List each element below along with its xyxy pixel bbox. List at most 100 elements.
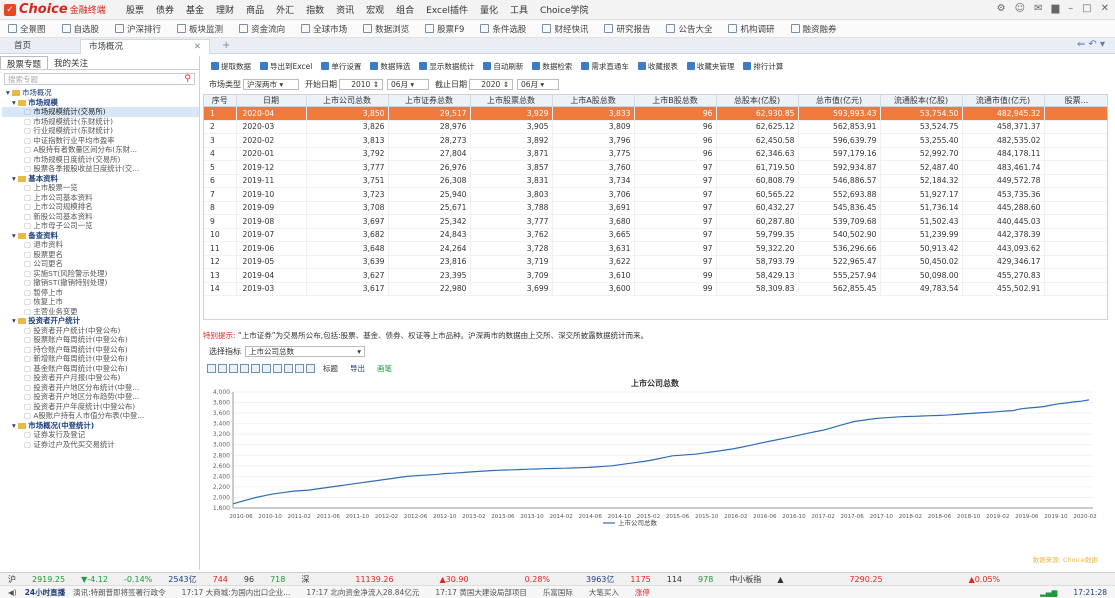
action-button-8[interactable]: 收藏报表: [637, 61, 687, 72]
title-button[interactable]: 标题: [323, 363, 338, 374]
tab-my-watch[interactable]: 我的关注: [48, 56, 94, 69]
tab-home[interactable]: 首页: [6, 39, 40, 54]
tree-node[interactable]: ▢ 股票各季报股收益日度统计(交...: [2, 164, 199, 174]
refresh-icon[interactable]: [207, 363, 216, 373]
table-row[interactable]: 1 2020-04 3,850 29,517 3,929 3,833 96 62,930.85…: [204, 106, 1107, 121]
toolbar-item-13[interactable]: 融资融券: [783, 23, 845, 35]
bar-chart-icon[interactable]: [229, 363, 238, 373]
column-header[interactable]: 流通市值(亿元): [962, 95, 1045, 107]
column-header[interactable]: 上市公司总数: [306, 95, 389, 107]
table-row[interactable]: 3 2020-02 3,813 28,273 3,892 3,796 96 62,450.58…: [204, 133, 1107, 148]
tree-node[interactable]: ▢ A股账户持有人市值分布表(中登...: [2, 411, 199, 421]
tree-node[interactable]: ▢ 证券发行及登记: [2, 430, 199, 440]
search-icon[interactable]: ⚲: [184, 74, 191, 84]
table-icon[interactable]: [295, 363, 304, 373]
start-month-select[interactable]: 06月 ▾: [387, 78, 429, 90]
menu-item-9[interactable]: 组合: [390, 3, 420, 16]
tree-node[interactable]: ▢ 持仓账户每周统计(中登公布): [2, 345, 199, 355]
tree-node[interactable]: ▢ 市场规模日度统计(交易所): [2, 155, 199, 165]
close-icon[interactable]: ✕: [1101, 3, 1109, 14]
tree-node[interactable]: ▢ 实施ST(风险警示处理): [2, 269, 199, 279]
menu-item-11[interactable]: 量化: [474, 3, 504, 16]
menu-item-13[interactable]: Choice学院: [534, 3, 594, 16]
tab-close-icon[interactable]: ✕: [194, 40, 201, 54]
tab-stock-topics[interactable]: 股票专题: [0, 56, 49, 70]
tree-node[interactable]: ▢ 投资者开户地区分布统计(中登...: [2, 383, 199, 393]
tree-node[interactable]: ▢ 行业规模统计(东财统计): [2, 126, 199, 136]
board-label[interactable]: 中小板指: [721, 574, 769, 585]
table-row[interactable]: 13 2019-04 3,627 23,395 3,709 3,610 99 58,429.1…: [204, 268, 1107, 283]
menu-item-7[interactable]: 资讯: [330, 3, 360, 16]
table-row[interactable]: 14 2019-03 3,617 22,980 3,699 3,600 99 58,309.8…: [204, 282, 1107, 296]
tree-node[interactable]: ▾ 基本资料: [2, 174, 199, 184]
action-button-5[interactable]: 自动刷新: [483, 61, 532, 72]
tree-node[interactable]: ▢ 投资者开户月报(中登公布): [2, 373, 199, 383]
toolbar-item-5[interactable]: 全球市场: [293, 23, 355, 35]
start-year-input[interactable]: 2010 ⇕: [339, 78, 383, 90]
minimize-icon[interactable]: –: [1068, 3, 1073, 14]
indicator-select[interactable]: 上市公司总数 ▾: [245, 346, 365, 357]
menu-item-8[interactable]: 宏观: [360, 3, 390, 16]
pie-chart-icon[interactable]: [273, 363, 282, 373]
topic-search-input[interactable]: 搜索专题 ⚲: [4, 73, 195, 85]
column-header[interactable]: 日期: [236, 95, 307, 107]
table-row[interactable]: 12 2019-05 3,639 23,816 3,719 3,622 97 58,793.7…: [204, 255, 1107, 269]
grid-icon[interactable]: [284, 363, 293, 373]
menu-item-1[interactable]: 债券: [150, 3, 180, 16]
toolbar-item-1[interactable]: 自选股: [54, 23, 108, 35]
tree-node[interactable]: ▢ 退市资料: [2, 240, 199, 250]
column-header[interactable]: 上市证券总数: [388, 95, 471, 107]
toolbar-item-11[interactable]: 公告大全: [658, 23, 720, 35]
message-icon[interactable]: ✉: [1034, 3, 1042, 14]
settings-icon[interactable]: ⚙: [997, 3, 1006, 14]
end-year-input[interactable]: 2020 ⇕: [469, 78, 513, 90]
toolbar-item-4[interactable]: 资金流向: [231, 23, 293, 35]
live-label[interactable]: 24小时直播: [25, 587, 65, 598]
action-button-0[interactable]: 提取数据: [211, 61, 260, 72]
action-button-1[interactable]: 导出到Excel: [260, 61, 321, 72]
menu-item-10[interactable]: Excel插件: [420, 3, 474, 16]
ticker-item-3[interactable]: 17:17 北向资金净流入28.84亿元: [298, 587, 427, 598]
ticker-item-1[interactable]: 演讯:特朗普即将签署行政令: [65, 587, 174, 598]
tree-node[interactable]: ▢ 投资者开户地区分布趋势(中登...: [2, 392, 199, 402]
tree-node[interactable]: ▾ 投资者开户统计: [2, 316, 199, 326]
tree-node[interactable]: ▢ 投资者开户统计(中登公布): [2, 326, 199, 336]
ticker-item-2[interactable]: 17:17 大商城:为国内出口企业...: [174, 587, 299, 598]
menu-item-12[interactable]: 工具: [504, 3, 534, 16]
line-chart-icon[interactable]: [218, 363, 227, 373]
tree-node[interactable]: ▢ 股票账户每周统计(中登公布): [2, 335, 199, 345]
column-header[interactable]: 上市B股总数: [634, 95, 717, 107]
tree-node[interactable]: ▢ A股持有者数量区间分布(东财...: [2, 145, 199, 155]
skin-icon[interactable]: ▆: [1051, 3, 1059, 14]
table-row[interactable]: 10 2019-07 3,682 24,843 3,762 3,665 97 59,799.3…: [204, 228, 1107, 242]
tree-node[interactable]: ▾ 市场概况: [2, 88, 199, 98]
tree-node[interactable]: ▢ 市场规模统计(东财统计): [2, 117, 199, 127]
stack-chart-icon[interactable]: [262, 363, 271, 373]
tree-node[interactable]: ▢ 上市公司规模排名: [2, 202, 199, 212]
toolbar-item-0[interactable]: 全景图: [0, 23, 54, 35]
menu-item-6[interactable]: 指数: [300, 3, 330, 16]
tab-market-overview[interactable]: 市场概况 ✕: [80, 39, 210, 54]
toolbar-item-9[interactable]: 财经快讯: [534, 23, 596, 35]
action-button-6[interactable]: 数据检索: [532, 61, 581, 72]
tree-node[interactable]: ▢ 中证指数行业平均市盈率: [2, 136, 199, 146]
board-toggle-icon[interactable]: ▲: [769, 575, 791, 584]
action-button-3[interactable]: 数据筛选: [370, 61, 419, 72]
tree-node[interactable]: ▾ 市场规模: [2, 98, 199, 108]
tree-node[interactable]: ▢ 暂停上市: [2, 288, 199, 298]
tree-node[interactable]: ▢ 主营业务变更: [2, 307, 199, 317]
export-button[interactable]: 导出: [350, 363, 365, 374]
menu-item-0[interactable]: 股票: [120, 3, 150, 16]
tree-node[interactable]: ▢ 市场规模统计(交易所): [2, 107, 199, 117]
tree-node[interactable]: ▢ 投资者开户年度统计(中登公布): [2, 402, 199, 412]
area-chart-icon[interactable]: [240, 363, 249, 373]
tree-node[interactable]: ▢ 撤销ST(撤销特别处理): [2, 278, 199, 288]
column-header[interactable]: 总股本(亿股): [716, 95, 799, 107]
action-button-2[interactable]: 单行设置: [321, 61, 370, 72]
column-header[interactable]: 总市值(亿元): [798, 95, 881, 107]
menu-item-2[interactable]: 基金: [180, 3, 210, 16]
toolbar-item-7[interactable]: 股票F9: [417, 23, 472, 35]
tree-node[interactable]: ▾ 市场概况(中登统计): [2, 421, 199, 431]
tree-node[interactable]: ▢ 证券过户及代买交易统计: [2, 440, 199, 450]
tree-node[interactable]: ▢ 股票更名: [2, 250, 199, 260]
